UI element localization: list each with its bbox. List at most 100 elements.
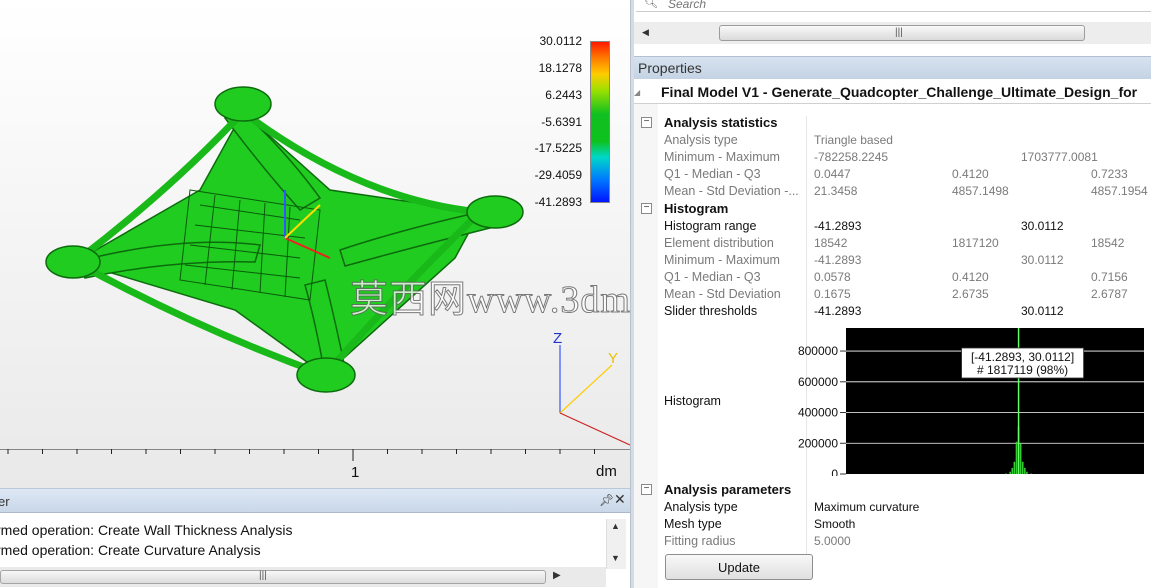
histogram-bar xyxy=(1011,467,1014,474)
property-name: Minimum - Maximum xyxy=(664,253,780,267)
legend-value: -41.2893 xyxy=(534,195,582,209)
ruler-value: 1 xyxy=(351,464,360,481)
tooltip-count: # 1817119 (98%) xyxy=(977,363,1068,377)
property-value: -782258.2245 xyxy=(814,150,889,164)
histogram-y-tick-label: 400000 xyxy=(798,406,838,420)
property-value[interactable]: -41.2893 xyxy=(814,304,861,318)
legend-value: 6.2443 xyxy=(545,88,582,102)
section-title: Analysis statistics xyxy=(664,115,778,130)
property-value: 0.7156 xyxy=(1091,270,1128,284)
property-row: Mean - Std Deviation 0.1675 2.6735 2.678… xyxy=(634,287,1151,304)
property-value: 0.0578 xyxy=(814,270,851,284)
property-value[interactable]: 30.0112 xyxy=(1021,219,1064,233)
search-box[interactable]: 🔍︎ xyxy=(636,0,1151,12)
section-analysis-parameters[interactable]: − Analysis parameters xyxy=(634,482,1151,499)
histogram-bar xyxy=(1015,441,1018,474)
pin-icon[interactable]: 📌︎ xyxy=(599,493,614,507)
histogram-bar xyxy=(1013,461,1016,474)
property-name: Mean - Std Deviation xyxy=(664,287,781,301)
legend-value: -5.6391 xyxy=(541,115,582,129)
property-name: Mean - Std Deviation -... xyxy=(664,184,799,198)
property-value: 18542 xyxy=(1091,236,1125,250)
property-value: 4857.1954 xyxy=(1091,184,1148,198)
close-icon[interactable]: ✕ xyxy=(614,491,626,508)
property-row: Slider thresholds -41.2893 30.0112 xyxy=(634,304,1151,321)
property-row: Analysis type Triangle based xyxy=(634,133,1151,150)
output-line: rmed operation: Create Curvature Analysi… xyxy=(0,542,261,558)
axis-z-label: Z xyxy=(553,330,562,347)
property-value[interactable]: 30.0112 xyxy=(1021,304,1064,318)
scroll-thumb[interactable]: ||| xyxy=(0,570,546,584)
property-name: Q1 - Median - Q3 xyxy=(664,167,761,181)
section-analysis-statistics[interactable]: − Analysis statistics xyxy=(634,115,1151,132)
property-row: Minimum - Maximum -41.2893 30.0112 xyxy=(634,253,1151,270)
properties-header: Properties xyxy=(634,56,1151,79)
property-row: Q1 - Median - Q3 0.0578 0.4120 0.7156 xyxy=(634,270,1151,287)
watermark: 莫西网www.3dmox.com xyxy=(350,279,630,322)
property-value: 18542 xyxy=(814,236,848,250)
property-row: Minimum - Maximum -782258.2245 1703777.0… xyxy=(634,150,1151,167)
property-value: 21.3458 xyxy=(814,184,858,198)
scroll-thumb[interactable]: ||| xyxy=(719,25,1085,41)
update-button[interactable]: Update xyxy=(665,554,813,580)
collapse-icon[interactable]: − xyxy=(641,203,652,214)
histogram-bar xyxy=(1024,467,1026,474)
legend-value: 18.1278 xyxy=(538,61,582,75)
property-value: 2.6787 xyxy=(1091,287,1128,301)
collapse-icon[interactable]: − xyxy=(641,117,652,128)
tree-horizontal-scrollbar[interactable]: ◀ ||| xyxy=(634,22,1151,44)
histogram-label: Histogram xyxy=(664,394,721,408)
property-row: Mesh type Smooth xyxy=(634,517,1151,534)
property-value: 0.0447 xyxy=(814,167,851,181)
property-name: Mesh type xyxy=(664,517,722,531)
property-value: 5.0000 xyxy=(814,534,851,548)
axis-y-label: Y xyxy=(608,350,618,367)
histogram-y-tick-label: 800000 xyxy=(798,344,838,358)
property-name: Minimum - Maximum xyxy=(664,150,780,164)
histogram-bar xyxy=(1019,443,1022,474)
property-value: 0.1675 xyxy=(814,287,851,301)
property-value: 30.0112 xyxy=(1021,253,1064,267)
property-value: Triangle based xyxy=(814,133,893,147)
property-name: Slider thresholds xyxy=(664,304,758,318)
3d-viewport[interactable]: 30.0112 18.1278 6.2443 -5.6391 -17.5225 … xyxy=(0,0,630,488)
property-value[interactable]: Maximum curvature xyxy=(814,500,919,514)
selected-object-name: Final Model V1 - Generate_Quadcopter_Cha… xyxy=(661,84,1138,100)
property-value[interactable]: -41.2893 xyxy=(814,219,861,233)
color-scale-bar xyxy=(590,41,610,203)
corner-icon: ◢ xyxy=(634,88,641,97)
ruler-unit: dm xyxy=(596,463,617,480)
scale-ruler xyxy=(0,449,630,461)
histogram-y-tick-label: 600000 xyxy=(798,375,838,389)
histogram-bar xyxy=(1021,461,1024,474)
scroll-left-icon[interactable]: ◀ xyxy=(642,27,649,38)
section-title: Histogram xyxy=(664,201,729,216)
properties-title: Properties xyxy=(638,60,702,76)
scroll-down-icon[interactable]: ▼ xyxy=(611,553,620,563)
histogram-y-tick-label: 200000 xyxy=(798,436,838,450)
scroll-right-icon[interactable]: ▶ xyxy=(553,570,561,581)
section-histogram[interactable]: − Histogram xyxy=(634,201,1151,218)
property-value[interactable]: Smooth xyxy=(814,517,855,531)
property-value: 2.6735 xyxy=(952,287,989,301)
tooltip-range: [-41.2893, 30.0112] xyxy=(971,350,1074,364)
property-row: Fitting radius 5.0000 xyxy=(634,534,1151,551)
property-value: 4857.1498 xyxy=(952,184,1009,198)
output-horizontal-scrollbar[interactable]: ||| ▶ xyxy=(0,567,606,587)
output-title: er xyxy=(0,494,10,509)
property-name: Analysis type xyxy=(664,500,738,514)
property-name: Element distribution xyxy=(664,236,774,250)
histogram-bar xyxy=(1026,471,1028,474)
search-input[interactable] xyxy=(668,0,968,11)
property-row: Analysis type Maximum curvature xyxy=(634,500,1151,517)
property-row: Q1 - Median - Q3 0.0447 0.4120 0.7233 xyxy=(634,167,1151,184)
output-line: rmed operation: Create Wall Thickness An… xyxy=(0,522,293,538)
output-vertical-scrollbar[interactable]: ▲ ▼ xyxy=(606,519,626,569)
legend-value: -29.4059 xyxy=(534,168,582,182)
property-name: Analysis type xyxy=(664,133,738,147)
property-row: Histogram range -41.2893 30.0112 xyxy=(634,219,1151,236)
histogram-chart[interactable]: 800000 600000 400000 200000 0 [-41.2893, 30.0… xyxy=(774,324,1146,476)
property-value: 0.7233 xyxy=(1091,167,1128,181)
scroll-up-icon[interactable]: ▲ xyxy=(611,521,620,531)
collapse-icon[interactable]: − xyxy=(641,484,652,495)
